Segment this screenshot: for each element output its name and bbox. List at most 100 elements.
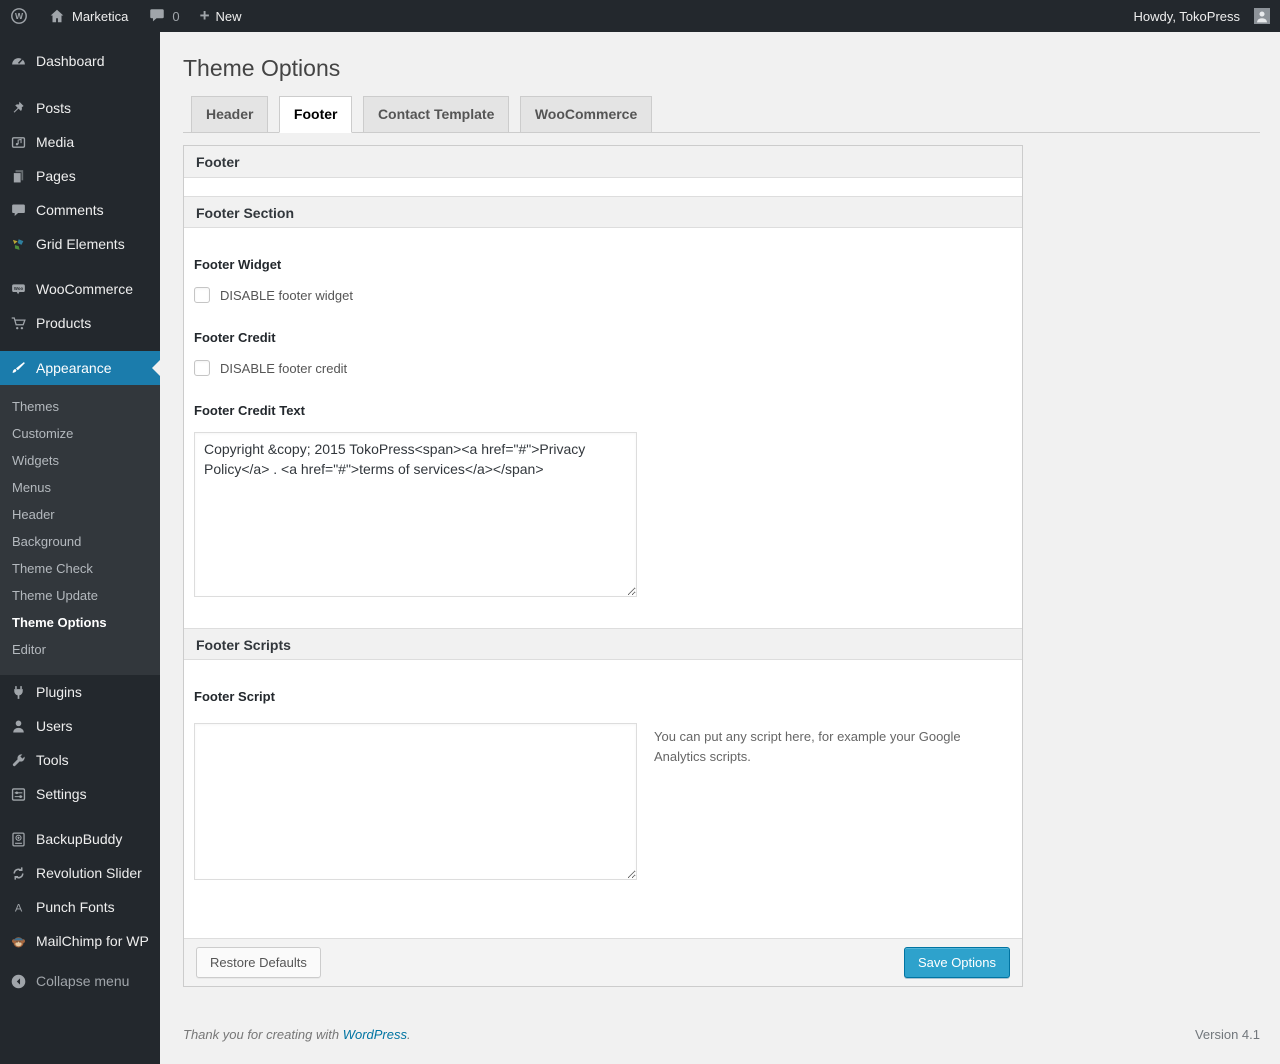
sidebar-item-products[interactable]: Products (0, 306, 160, 340)
sidebar-item-label: WooCommerce (36, 281, 133, 297)
monkey-icon (8, 931, 28, 951)
sidebar-item-users[interactable]: Users (0, 709, 160, 743)
submenu-item-widgets[interactable]: Widgets (0, 447, 160, 474)
wordpress-logo-icon: W (10, 7, 28, 25)
restore-defaults-button[interactable]: Restore Defaults (196, 947, 321, 978)
plug-icon (8, 682, 28, 702)
backup-icon (8, 829, 28, 849)
footer-scripts-header: Footer Scripts (184, 628, 1022, 660)
sidebar-item-woocommerce[interactable]: Woo WooCommerce (0, 272, 160, 306)
submenu-item-theme-update[interactable]: Theme Update (0, 582, 160, 609)
refresh-icon (8, 863, 28, 883)
version-text: Version 4.1 (1194, 1027, 1260, 1042)
sidebar-item-label: Media (36, 134, 75, 150)
sidebar-item-tools[interactable]: Tools (0, 743, 160, 777)
site-name-link[interactable]: Marketica (38, 0, 138, 32)
cart-icon (8, 313, 28, 333)
submenu-item-header[interactable]: Header (0, 501, 160, 528)
my-account-menu[interactable]: Howdy, TokoPress (1124, 0, 1280, 32)
sidebar-item-grid-elements[interactable]: Grid Elements (0, 227, 160, 261)
main-content: Theme Options Header Footer Contact Temp… (160, 32, 1280, 1064)
sidebar-item-backupbuddy[interactable]: BackupBuddy (0, 822, 160, 856)
footer-widget-label: Footer Widget (194, 257, 282, 272)
submenu-item-editor[interactable]: Editor (0, 636, 160, 663)
submenu-item-theme-check[interactable]: Theme Check (0, 555, 160, 582)
thanks-suffix: . (407, 1027, 411, 1042)
submenu-item-menus[interactable]: Menus (0, 474, 160, 501)
disable-footer-widget-label[interactable]: DISABLE footer widget (220, 288, 353, 303)
panel-spacer (184, 178, 1022, 196)
sidebar-item-plugins[interactable]: Plugins (0, 675, 160, 709)
sidebar-item-label: Punch Fonts (36, 899, 115, 915)
footer-credit-text-field: Footer Credit Text Copyright &copy; 2015… (194, 403, 1012, 602)
disable-footer-widget-checkbox[interactable] (194, 287, 210, 303)
tab-footer[interactable]: Footer (278, 96, 353, 133)
avatar (1254, 8, 1270, 24)
sidebar-item-label: Settings (36, 786, 87, 802)
home-icon (48, 7, 66, 25)
footer-credit-label: Footer Credit (194, 330, 276, 345)
submenu-item-theme-options[interactable]: Theme Options (0, 609, 160, 636)
submenu-item-customize[interactable]: Customize (0, 420, 160, 447)
footer-section-header: Footer Section (184, 196, 1022, 228)
pushpin-icon (8, 98, 28, 118)
disable-footer-credit-label[interactable]: DISABLE footer credit (220, 361, 347, 376)
footer-scripts-body: Footer Script You can put any script her… (184, 660, 1022, 938)
new-content-link[interactable]: + New (190, 0, 252, 32)
user-icon (8, 716, 28, 736)
sidebar-item-posts[interactable]: Posts (0, 91, 160, 125)
settings-icon (8, 784, 28, 804)
submenu-item-background[interactable]: Background (0, 528, 160, 555)
woocommerce-icon: Woo (8, 279, 28, 299)
howdy-text: Howdy, TokoPress (1133, 8, 1240, 24)
sidebar-item-label: Posts (36, 100, 72, 116)
sidebar-item-dashboard[interactable]: Dashboard (0, 44, 160, 78)
footer-thanks-text: Thank you for creating with WordPress. (183, 1027, 411, 1042)
sidebar-item-media[interactable]: Media (0, 125, 160, 159)
sidebar-item-appearance[interactable]: Appearance (0, 351, 160, 385)
page-footer: Thank you for creating with WordPress. V… (183, 1027, 1260, 1056)
sidebar-item-label: Comments (36, 202, 104, 218)
sidebar-item-label: Products (36, 315, 92, 331)
sidebar-item-revolution-slider[interactable]: Revolution Slider (0, 856, 160, 890)
footer-credit-text-textarea[interactable]: Copyright &copy; 2015 TokoPress<span><a … (194, 432, 637, 597)
footer-script-textarea[interactable] (194, 723, 637, 880)
sidebar-item-punch-fonts[interactable]: A Punch Fonts (0, 890, 160, 924)
comment-count: 0 (172, 8, 180, 24)
collapse-menu-label: Collapse menu (36, 973, 130, 989)
sidebar-item-label: MailChimp for WP (36, 933, 149, 949)
footer-section-body: Footer Widget DISABLE footer widget Foot… (184, 228, 1022, 628)
pages-icon (8, 166, 28, 186)
wrench-icon (8, 750, 28, 770)
disable-footer-credit-checkbox[interactable] (194, 360, 210, 376)
plus-icon: + (199, 5, 210, 25)
sidebar-item-pages[interactable]: Pages (0, 159, 160, 193)
tab-contact-template[interactable]: Contact Template (362, 96, 510, 133)
footer-widget-field: Footer Widget DISABLE footer widget (194, 257, 1012, 303)
footer-credit-text-label: Footer Credit Text (194, 403, 305, 418)
letter-a-icon: A (8, 897, 28, 917)
panel-action-bar: Restore Defaults Save Options (184, 938, 1022, 986)
save-options-button[interactable]: Save Options (903, 947, 1010, 978)
sidebar-item-mailchimp[interactable]: MailChimp for WP (0, 924, 160, 958)
sidebar-item-settings[interactable]: Settings (0, 777, 160, 811)
comment-bubble-icon (148, 7, 166, 25)
sidebar-item-label: Dashboard (36, 53, 105, 69)
tab-woocommerce[interactable]: WooCommerce (519, 96, 653, 133)
new-label: New (215, 8, 242, 24)
appearance-submenu: Themes Customize Widgets Menus Header Ba… (0, 385, 160, 675)
wordpress-link[interactable]: WordPress (343, 1027, 407, 1042)
sidebar-item-label: Revolution Slider (36, 865, 142, 881)
tab-header[interactable]: Header (191, 96, 269, 133)
sidebar-item-label: Plugins (36, 684, 82, 700)
comments-link[interactable]: 0 (138, 0, 189, 32)
submenu-item-themes[interactable]: Themes (0, 393, 160, 420)
comments-icon (8, 200, 28, 220)
footer-script-field: Footer Script You can put any script her… (194, 689, 1012, 880)
thanks-prefix: Thank you for creating with (183, 1027, 343, 1042)
svg-text:W: W (15, 11, 24, 21)
wp-logo-menu[interactable]: W (0, 0, 38, 32)
collapse-menu-button[interactable]: Collapse menu (0, 964, 160, 998)
sidebar-item-comments[interactable]: Comments (0, 193, 160, 227)
site-name-label: Marketica (72, 8, 129, 24)
